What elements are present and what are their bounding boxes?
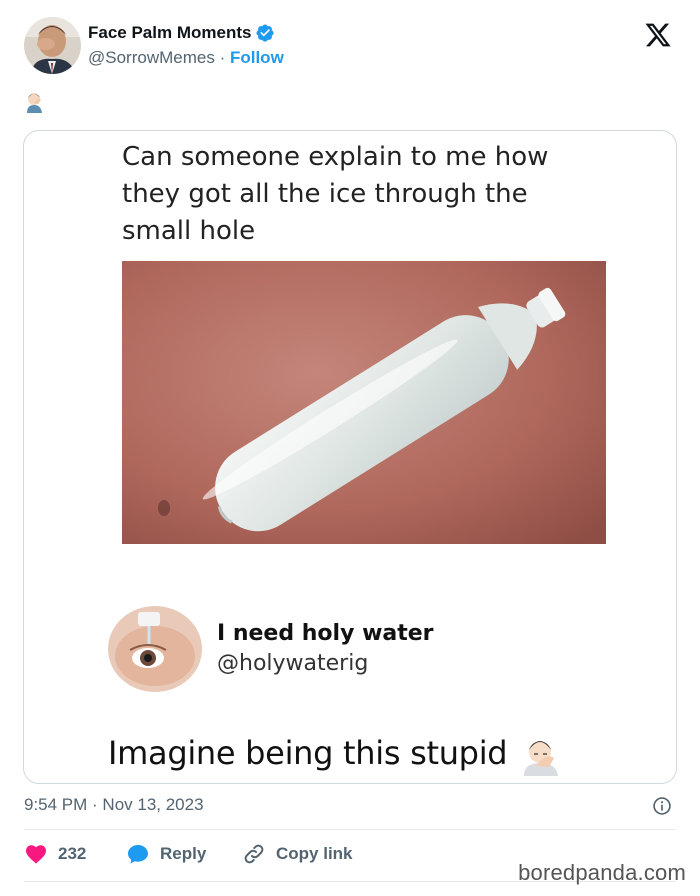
author-info: Face Palm Moments @SorrowMemes · Follow: [88, 23, 284, 68]
face-palm-emoji-icon: [520, 736, 562, 776]
reply-author-name: I need holy water: [217, 621, 434, 646]
frozen-bottle-photo: [122, 261, 606, 544]
author-handle-line: @SorrowMemes · Follow: [88, 48, 284, 68]
x-logo-icon[interactable]: [644, 21, 672, 49]
author-handle[interactable]: @SorrowMemes: [88, 48, 215, 67]
face-palm-emoji-icon: [25, 91, 45, 113]
tweet-header: Face Palm Moments @SorrowMemes · Follow: [24, 17, 684, 77]
like-count: 232: [58, 844, 87, 863]
separator-dot: ·: [219, 48, 230, 67]
copy-link-label: Copy link: [276, 844, 353, 863]
copy-link-button[interactable]: Copy link: [242, 842, 353, 866]
reply-text: Imagine being this stupid: [108, 734, 508, 772]
watermark: boredpanda.com: [518, 860, 686, 885]
author-display-name[interactable]: Face Palm Moments: [88, 23, 251, 43]
post-timestamp[interactable]: 9:54 PM · Nov 13, 2023: [24, 795, 204, 815]
info-icon[interactable]: [652, 796, 672, 816]
divider: [24, 829, 676, 830]
reply-avatar: [108, 606, 202, 692]
verified-badge-icon: [255, 23, 275, 43]
link-icon: [244, 844, 264, 864]
reply-button[interactable]: Reply: [126, 842, 206, 866]
reply-bubble-icon: [128, 845, 148, 864]
heart-icon: [26, 845, 46, 864]
like-button[interactable]: 232: [24, 842, 86, 866]
quoted-meme-card[interactable]: Can someone explain to me how they got a…: [23, 130, 677, 784]
reply-author-handle: @holywaterig: [217, 651, 369, 676]
reply-label: Reply: [160, 844, 207, 863]
meme-caption: Can someone explain to me how they got a…: [122, 142, 549, 246]
follow-button[interactable]: Follow: [230, 48, 284, 67]
author-avatar[interactable]: [24, 17, 81, 74]
